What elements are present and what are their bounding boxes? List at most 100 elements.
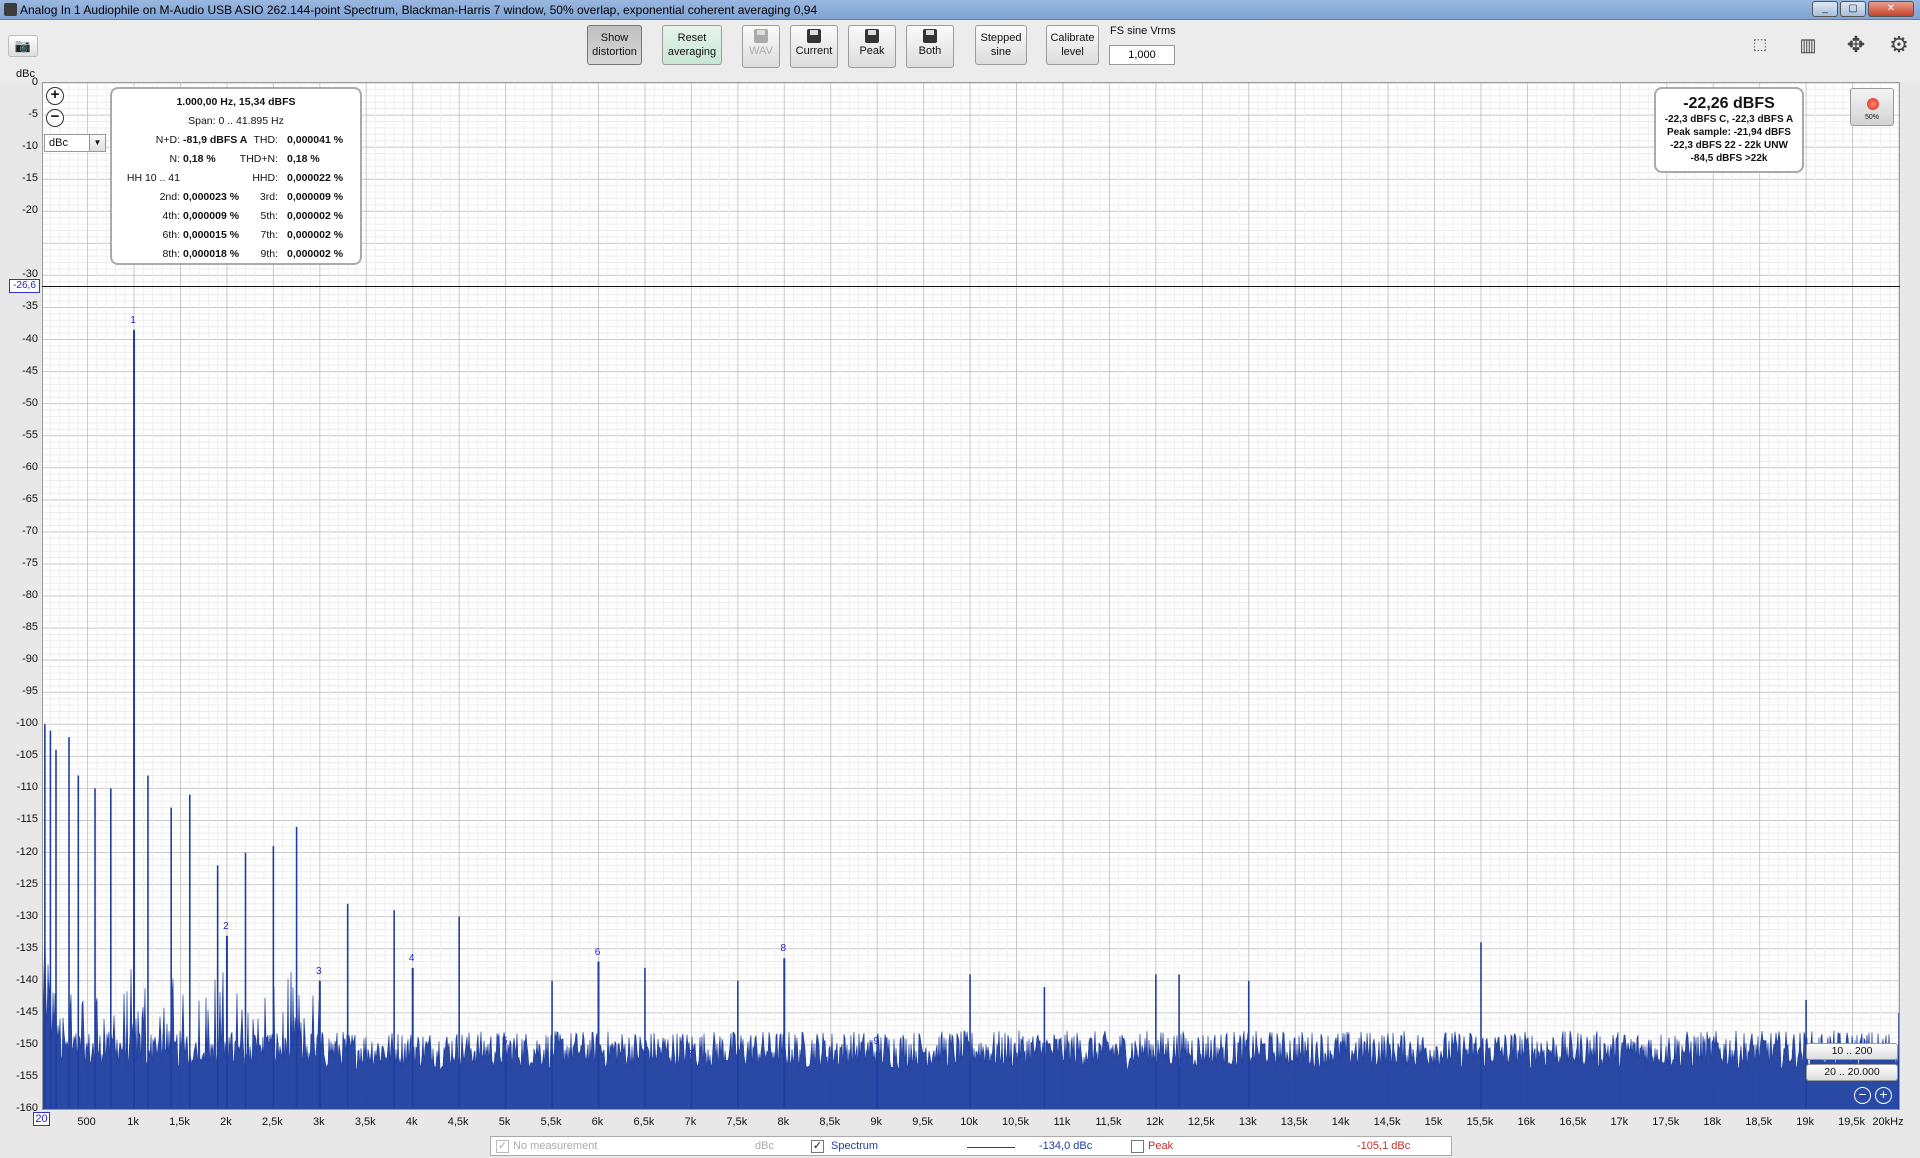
zoom-in-icon[interactable]: + — [46, 87, 64, 105]
save-both-button[interactable]: Both — [906, 25, 954, 68]
x-tick-label: 6,5k — [633, 1116, 655, 1128]
x-tick-label: 500 — [77, 1116, 96, 1128]
distortion-label: N: — [169, 153, 181, 165]
y-tick-label: -50 — [22, 396, 38, 409]
level-line-3: -22,3 dBFS 22 - 22k UNW — [1670, 140, 1788, 151]
distortion-frequency: 1.000,00 Hz, 15,34 dBFS — [176, 96, 296, 108]
calibrate-level-label-2: level — [1061, 46, 1084, 58]
no-measurement-unit: dBc — [755, 1140, 774, 1152]
graph-zoom-in-icon[interactable]: + — [1875, 1087, 1892, 1104]
y-tick-label: -10 — [22, 140, 38, 153]
record-percent: 50% — [1864, 114, 1879, 121]
x-tick-label: 2k — [220, 1116, 232, 1128]
camera-icon[interactable]: 📷 — [8, 35, 38, 57]
zoom-20-20000-button[interactable]: 20 .. 20.000 — [1806, 1064, 1898, 1081]
x-tick-label: 17,5k — [1652, 1116, 1680, 1128]
y-tick-label: -130 — [15, 909, 38, 922]
y-tick-label: -35 — [22, 300, 38, 313]
toolbar: Show distortion Reset averaging WAV Curr… — [0, 20, 1920, 82]
spectrum-checkbox[interactable]: ✓ — [811, 1140, 824, 1153]
y-tick-label: -15 — [22, 172, 38, 185]
x-tick-label: 16,5k — [1559, 1116, 1587, 1128]
x-tick-label: 3k — [313, 1116, 325, 1128]
wav-label: WAV — [749, 45, 773, 57]
show-distortion-button[interactable]: Show distortion — [587, 25, 642, 65]
unit-select-value: dBc — [49, 137, 68, 149]
fs-sine-label: FS sine Vrms — [1110, 25, 1176, 37]
record-button[interactable]: 50% — [1850, 88, 1894, 126]
x-tick-label: 14k — [1331, 1116, 1350, 1128]
save-icon — [865, 29, 879, 43]
expand-arrows-icon[interactable]: ✥ — [1838, 32, 1874, 58]
x-start-label[interactable]: 20 — [33, 1112, 50, 1126]
unit-select[interactable]: dBc ▼ — [44, 134, 106, 152]
level-line-1: -22,3 dBFS C, -22,3 dBFS A — [1664, 114, 1794, 125]
no-measurement-checkbox[interactable]: ✓ — [496, 1140, 509, 1153]
columns-icon[interactable]: ▥ — [1790, 32, 1826, 58]
distortion-label: THD+N: — [239, 153, 278, 165]
save-icon — [807, 29, 821, 43]
harmonic-label: 5 — [501, 1036, 508, 1048]
window-title: Analog In 1 Audiophile on M-Audio USB AS… — [20, 3, 818, 17]
calibrate-level-button[interactable]: Calibrate level — [1046, 25, 1099, 65]
save-current-button[interactable]: Current — [790, 25, 838, 68]
reference-level-line[interactable] — [42, 286, 1900, 287]
distortion-value: 0,18 % — [287, 153, 320, 165]
distortion-label: 3rd: — [259, 191, 278, 203]
title-bar: Analog In 1 Audiophile on M-Audio USB AS… — [0, 0, 1920, 20]
graph-zoom-out-icon[interactable]: − — [1854, 1087, 1871, 1104]
y-tick-label: -135 — [15, 941, 38, 954]
reset-averaging-label-2: averaging — [667, 46, 717, 58]
fs-sine-vrms-input[interactable] — [1109, 45, 1175, 65]
stepped-sine-label-2: sine — [990, 46, 1012, 58]
x-tick-label: 18k — [1703, 1116, 1722, 1128]
distortion-span: Span: 0 .. 41.895 Hz — [188, 115, 284, 127]
graph-zoom-controls: − + — [1850, 1085, 1896, 1107]
x-tick-label: 13k — [1238, 1116, 1257, 1128]
zoom-out-icon[interactable]: − — [46, 109, 64, 127]
minimize-button[interactable]: _ — [1812, 1, 1838, 17]
wav-button[interactable]: WAV — [742, 25, 780, 68]
x-tick-label: 5,5k — [540, 1116, 562, 1128]
level-line-4: -84,5 dBFS >22k — [1690, 153, 1768, 164]
distortion-label: 9th: — [260, 248, 278, 260]
level-main: -22,26 dBFS — [1683, 95, 1775, 112]
x-tick-label: 7k — [684, 1116, 697, 1128]
harmonic-label: 8 — [780, 943, 787, 955]
harmonic-label: 7 — [687, 1049, 694, 1061]
peak-label: Peak — [859, 45, 885, 57]
x-tick-label: 19k — [1796, 1116, 1814, 1128]
y-tick-label: -5 — [28, 108, 38, 121]
x-tick-label: 9,5k — [912, 1116, 934, 1128]
legend-bar: ✓ No measurement dBc ✓ Spectrum -134,0 d… — [490, 1136, 1452, 1156]
x-tick-label: 12k — [1145, 1116, 1164, 1128]
spectrum-line-swatch — [967, 1147, 1015, 1148]
save-peak-button[interactable]: Peak — [848, 25, 896, 68]
x-tick-label: 11,5k — [1095, 1116, 1122, 1128]
distortion-label: 4th: — [162, 210, 180, 222]
y-tick-label: -65 — [22, 492, 38, 505]
y-tick-label: -120 — [15, 845, 38, 858]
both-label: Both — [918, 45, 942, 57]
window-layout-icon[interactable]: ⬚ — [1742, 32, 1778, 58]
no-measurement-label: No measurement — [513, 1140, 598, 1152]
distortion-panel: 1.000,00 Hz, 15,34 dBFS Span: 0 .. 41.89… — [110, 87, 362, 265]
peak-checkbox[interactable] — [1131, 1140, 1144, 1153]
distortion-label: 7th: — [260, 229, 278, 241]
y-tick-label: -40 — [22, 332, 38, 345]
y-tick-label: -60 — [22, 460, 38, 473]
reference-level-label[interactable]: -26,6 — [9, 279, 40, 293]
stepped-sine-button[interactable]: Stepped sine — [975, 25, 1027, 65]
maximize-button[interactable]: ▢ — [1840, 1, 1866, 17]
harmonic-label: 6 — [594, 946, 601, 958]
y-tick-label: -100 — [15, 717, 38, 730]
y-tick-label: -150 — [15, 1037, 38, 1050]
close-button[interactable]: ✕ — [1868, 1, 1914, 17]
y-tick-label: -115 — [16, 813, 38, 826]
distortion-value: 0,000002 % — [287, 248, 344, 260]
gear-icon[interactable]: ⚙ — [1884, 32, 1914, 58]
x-tick-label: 13,5k — [1280, 1116, 1308, 1128]
reset-averaging-button[interactable]: Reset averaging — [662, 25, 722, 65]
zoom-10-200-button[interactable]: 10 .. 200 — [1806, 1043, 1898, 1060]
save-icon — [923, 29, 937, 43]
